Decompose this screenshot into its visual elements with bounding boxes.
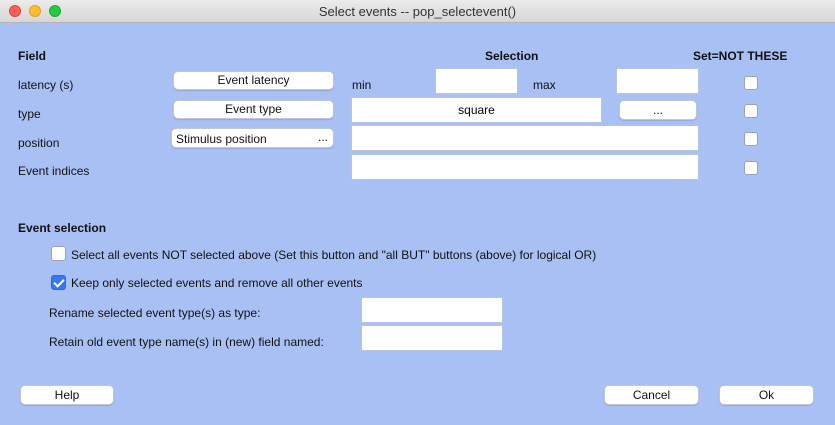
event-indices-label: Event indices [18, 164, 90, 178]
cancel-button[interactable]: Cancel [604, 385, 699, 405]
retain-old-input[interactable] [361, 325, 503, 351]
event-latency-button[interactable]: Event latency [173, 71, 334, 90]
type-label: type [18, 107, 41, 121]
dialog-window: Select events -- pop_selectevent() Field… [0, 0, 835, 425]
event-type-input[interactable] [351, 97, 602, 123]
latency-min-label: min [352, 78, 372, 92]
select-all-not-label: Select all events NOT selected above (Se… [71, 248, 597, 262]
keep-only-checkbox[interactable] [51, 275, 66, 290]
event-type-button[interactable]: Event type [173, 100, 334, 119]
position-not-checkbox[interactable] [744, 132, 758, 146]
position-label: position [18, 136, 60, 150]
event-type-browse-button[interactable]: ... [619, 100, 697, 120]
event-indices-input[interactable] [351, 154, 699, 180]
selection-header: Selection [485, 49, 539, 63]
latency-label: latency (s) [18, 78, 74, 92]
event-selection-heading: Event selection [18, 221, 107, 235]
latency-not-checkbox[interactable] [744, 76, 758, 90]
keep-only-label: Keep only selected events and remove all… [71, 276, 363, 290]
type-not-checkbox[interactable] [744, 104, 758, 118]
field-header: Field [18, 49, 47, 63]
latency-max-input[interactable] [616, 68, 699, 94]
indices-not-checkbox[interactable] [744, 161, 758, 175]
title-bar: Select events -- pop_selectevent() [0, 0, 835, 23]
retain-old-label: Retain old event type name(s) in (new) f… [49, 335, 324, 349]
position-field-popup[interactable]: Stimulus position ... [171, 128, 334, 148]
position-popup-label: Stimulus position [176, 132, 267, 146]
rename-type-label: Rename selected event type(s) as type: [49, 306, 261, 320]
latency-min-input[interactable] [435, 68, 518, 94]
latency-max-label: max [533, 78, 556, 92]
position-popup-dots: ... [317, 130, 328, 144]
help-button[interactable]: Help [20, 385, 114, 405]
rename-type-input[interactable] [361, 297, 503, 323]
window-title: Select events -- pop_selectevent() [318, 4, 517, 19]
ok-button[interactable]: Ok [719, 385, 814, 405]
select-all-not-checkbox[interactable] [51, 246, 66, 261]
set-not-header: Set=NOT THESE [693, 49, 788, 63]
position-input[interactable] [351, 125, 699, 151]
